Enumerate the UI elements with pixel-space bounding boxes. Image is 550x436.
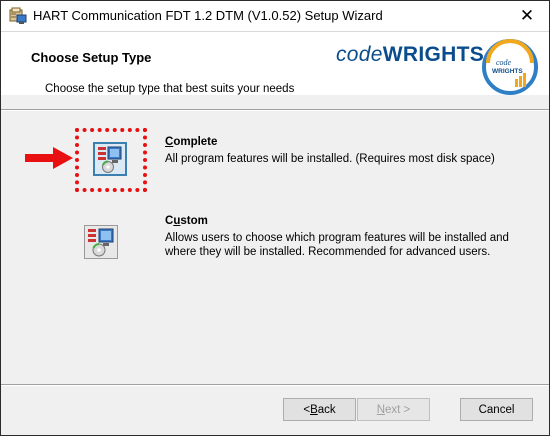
codewrights-logo: code WRIGHTS <box>482 39 538 95</box>
logo-text-bottom: WRIGHTS <box>492 68 523 75</box>
logo-text-top: code <box>496 58 512 67</box>
brand-wordmark: codeWRIGHTS <box>336 43 484 67</box>
installer-icon <box>9 7 27 24</box>
option-custom-description: Allows users to choose which program fea… <box>165 232 509 258</box>
complete-title-rest: omplete <box>173 136 218 148</box>
option-custom-title: Custom <box>165 215 208 227</box>
setup-type-complete-button[interactable] <box>93 142 127 176</box>
setup-type-custom-icon <box>88 228 114 257</box>
window-title: HART Communication FDT 1.2 DTM (V1.0.52)… <box>33 8 383 23</box>
option-complete-title: Complete <box>165 136 217 148</box>
setup-wizard-window: HART Communication FDT 1.2 DTM (V1.0.52)… <box>0 0 550 436</box>
red-arrow-icon <box>25 147 73 169</box>
title-bar: HART Communication FDT 1.2 DTM (V1.0.52)… <box>1 1 549 31</box>
back-rest: ack <box>317 403 336 416</box>
page-subtitle: Choose the setup type that best suits yo… <box>45 83 295 95</box>
banner-divider <box>1 109 549 111</box>
custom-title-rest: stom <box>180 215 208 227</box>
setup-type-custom-button[interactable] <box>84 225 118 259</box>
close-button[interactable]: ✕ <box>505 1 549 31</box>
brand-suffix: WRIGHTS <box>382 43 485 66</box>
close-icon: ✕ <box>519 6 535 25</box>
setup-type-complete-icon <box>98 146 122 173</box>
header-banner: Choose Setup Type Choose the setup type … <box>1 31 549 95</box>
footer-divider <box>1 384 549 386</box>
page-title: Choose Setup Type <box>31 50 152 65</box>
cancel-button[interactable]: Cancel <box>460 398 533 421</box>
back-prefix: < <box>303 403 311 416</box>
back-hotkey: B <box>310 403 318 416</box>
back-button[interactable]: < Back <box>283 398 356 421</box>
brand-prefix: code <box>336 43 383 66</box>
next-button[interactable]: Next > <box>357 398 430 421</box>
next-hotkey: N <box>376 403 386 416</box>
next-rest: ext > <box>385 403 411 416</box>
option-complete-description: All program features will be installed. … <box>165 153 495 165</box>
